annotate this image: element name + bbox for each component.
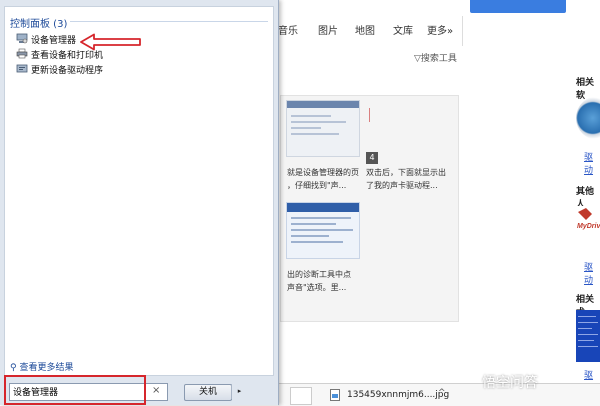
shutdown-options-arrow-icon[interactable]: ▸	[231, 384, 247, 399]
result-label: 设备管理器	[31, 36, 77, 46]
result-count-badge: 4	[366, 152, 378, 164]
tab-maps[interactable]: 地图	[355, 22, 375, 37]
divider	[462, 16, 463, 46]
result-caption-1[interactable]: 就是设备管理器的页 ，仔细找到"声...	[287, 166, 359, 192]
search-icon: ⚲	[10, 363, 17, 373]
driver-update-icon	[16, 64, 28, 73]
start-menu: 控制面板 (3) 设备管理器 查看设备和打印机 更新设备驱动程序 ⚲ 查看更多结…	[0, 0, 279, 405]
tab-images[interactable]: 图片	[318, 22, 338, 37]
tab-more[interactable]: 更多»	[427, 22, 453, 37]
driver-software-icon[interactable]	[576, 96, 600, 140]
download-filename[interactable]: 135459xnnmjm6....jpg	[347, 390, 449, 400]
result-thumbnail-1[interactable]	[286, 100, 360, 157]
result-thumbnail-2[interactable]	[286, 202, 360, 259]
annotation-arrow-icon	[80, 33, 141, 51]
control-panel-group-title: 控制面板 (3)	[10, 19, 68, 30]
caption-line: 出的诊断工具中点	[287, 270, 351, 279]
caption-line: 双击后，下面就显示出	[366, 168, 446, 177]
related-link-1[interactable]: 驱动	[584, 150, 600, 176]
caption-line: ，仔细找到"声...	[287, 181, 347, 190]
search-tools-button[interactable]: ▽搜索工具	[414, 51, 457, 64]
clear-search-icon[interactable]: ×	[152, 385, 160, 396]
result-caption-3[interactable]: 出的诊断工具中点 声音"选项。里...	[287, 268, 351, 294]
thumbnail-red-mark	[365, 108, 370, 122]
search-highlight-box	[4, 375, 146, 405]
caption-line: 就是设备管理器的页	[287, 168, 359, 177]
search-tools-label: 搜索工具	[420, 54, 457, 64]
image-file-icon	[330, 389, 340, 401]
caption-line: 声音"选项。里...	[287, 283, 347, 292]
download-options-caret[interactable]: ^	[438, 388, 446, 398]
related-link-2[interactable]: 驱动	[584, 260, 600, 286]
tab-music[interactable]: 音乐	[278, 22, 298, 37]
search-button[interactable]	[470, 0, 566, 13]
wukong-watermark: 悟空问答	[482, 375, 538, 391]
download-prev-button[interactable]	[290, 387, 312, 405]
group-divider	[70, 21, 268, 22]
mydriver-logo-icon[interactable]: MyDriv	[576, 206, 600, 240]
shutdown-button[interactable]: 关机	[184, 384, 232, 401]
bluescreen-thumbnail[interactable]	[576, 310, 600, 362]
see-more-label: 查看更多结果	[19, 363, 74, 373]
result-caption-2[interactable]: 双击后，下面就显示出 了我的声卡驱动程...	[366, 166, 446, 192]
search-nav-tabs: 音乐 图片 地图 文库 更多»	[278, 16, 528, 40]
printer-icon	[16, 48, 28, 59]
device-manager-icon	[16, 33, 28, 44]
result-update-drivers[interactable]: 更新设备驱动程序	[16, 62, 156, 76]
filter-icon: ▽	[414, 54, 421, 64]
tab-wenku[interactable]: 文库	[393, 22, 413, 37]
svg-text:MyDriv: MyDriv	[577, 223, 600, 230]
caption-line: 了我的声卡驱动程...	[366, 181, 438, 190]
result-label: 更新设备驱动程序	[31, 66, 104, 76]
see-more-results-link[interactable]: ⚲ 查看更多结果	[10, 360, 73, 373]
